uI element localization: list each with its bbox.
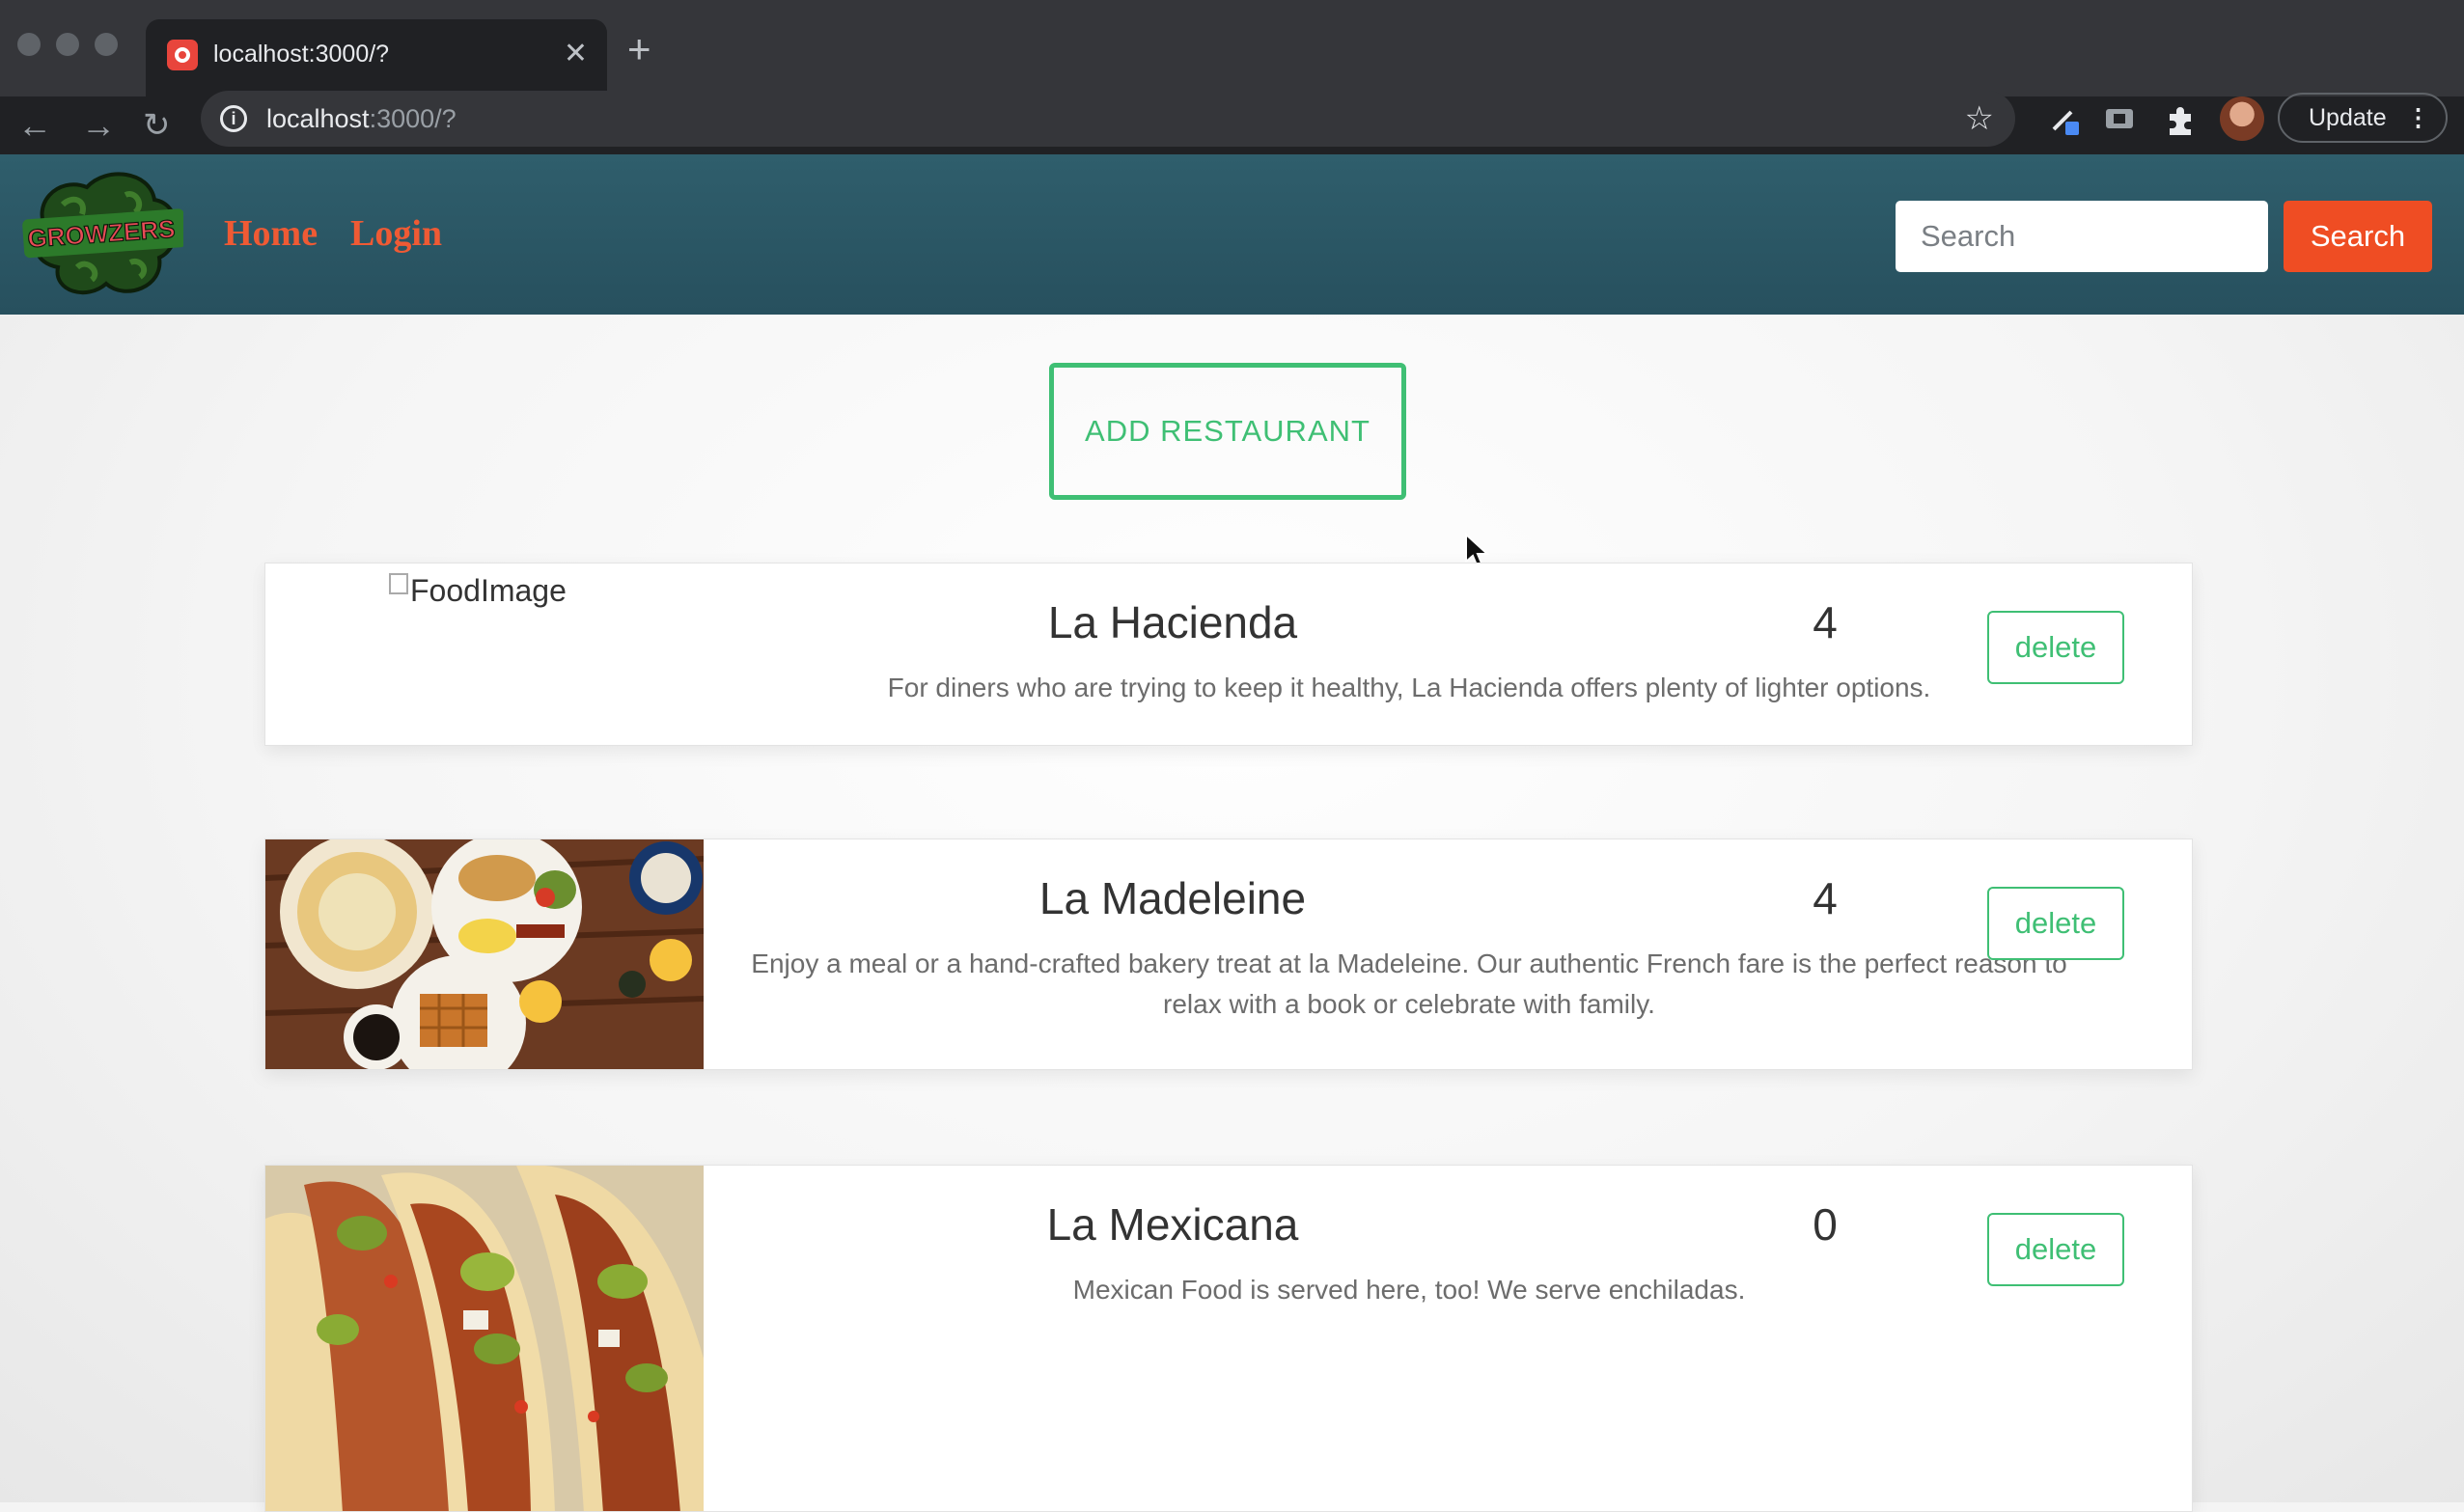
restaurant-card: La Madeleine 4 Enjoy a meal or a hand-cr…: [264, 838, 2193, 1070]
nav-link-home[interactable]: Home: [224, 212, 318, 255]
site-navbar: GROWZERS Home Login Search: [0, 154, 2464, 315]
browser-tab-strip: localhost:3000/? ✕ +: [0, 0, 2464, 96]
add-restaurant-button[interactable]: ADD RESTAURANT: [1049, 363, 1406, 500]
favicon-icon: [167, 40, 198, 70]
bookmark-star-icon[interactable]: ☆: [1965, 91, 1994, 147]
reload-icon[interactable]: ↻: [143, 96, 171, 154]
restaurant-name: La Mexicana: [1046, 1199, 1299, 1250]
menu-kebab-icon: ⋮: [2406, 104, 2430, 131]
update-button[interactable]: Update ⋮: [2278, 93, 2448, 143]
extension-pen-icon[interactable]: [2048, 100, 2087, 139]
extensions-puzzle-icon[interactable]: [2162, 100, 2201, 139]
window-close-dot[interactable]: [17, 33, 41, 56]
site-info-icon[interactable]: i: [220, 105, 247, 132]
browser-tab[interactable]: localhost:3000/? ✕: [146, 19, 607, 96]
food-image: [265, 1166, 704, 1511]
restaurant-description: Mexican Food is served here, too! We ser…: [1072, 1275, 1746, 1305]
extension-cast-icon[interactable]: [2100, 100, 2139, 139]
nav-link-login[interactable]: Login: [350, 212, 442, 255]
delete-button[interactable]: delete: [1987, 887, 2124, 960]
tab-title: localhost:3000/?: [213, 41, 390, 68]
restaurant-description: For diners who are trying to keep it hea…: [887, 673, 1931, 702]
restaurant-rating: 0: [1813, 1199, 1838, 1250]
delete-button[interactable]: delete: [1987, 1213, 2124, 1286]
search-input[interactable]: [1896, 201, 2268, 272]
restaurant-description: Enjoy a meal or a hand-crafted bakery tr…: [751, 948, 2067, 1019]
window-minimize-dot[interactable]: [56, 33, 79, 56]
main-content: ADD RESTAURANT FoodImage La Hacienda 4 F…: [0, 315, 2464, 1512]
search-button[interactable]: Search: [2284, 201, 2432, 272]
address-bar[interactable]: i localhost:3000/? ☆: [201, 91, 2015, 147]
delete-button[interactable]: delete: [1987, 611, 2124, 684]
food-image-broken: FoodImage: [389, 573, 567, 609]
new-tab-icon[interactable]: +: [627, 29, 651, 69]
profile-avatar[interactable]: [2220, 96, 2264, 141]
window-maximize-dot[interactable]: [95, 33, 118, 56]
tab-close-icon[interactable]: ✕: [564, 37, 588, 71]
broken-image-icon: [389, 573, 408, 594]
forward-icon[interactable]: →: [81, 96, 116, 154]
restaurant-name: La Hacienda: [1047, 597, 1298, 647]
food-image: [265, 839, 704, 1069]
restaurant-card: La Mexicana 0 Mexican Food is served her…: [264, 1165, 2193, 1512]
restaurant-rating: 4: [1813, 597, 1838, 647]
restaurant-card: FoodImage La Hacienda 4 For diners who a…: [264, 563, 2193, 746]
back-icon[interactable]: ←: [17, 96, 52, 154]
restaurant-name: La Madeleine: [1038, 873, 1307, 923]
growzers-logo[interactable]: GROWZERS: [19, 166, 186, 301]
url-text: localhost:3000/?: [266, 104, 457, 133]
restaurant-rating: 4: [1813, 873, 1838, 923]
